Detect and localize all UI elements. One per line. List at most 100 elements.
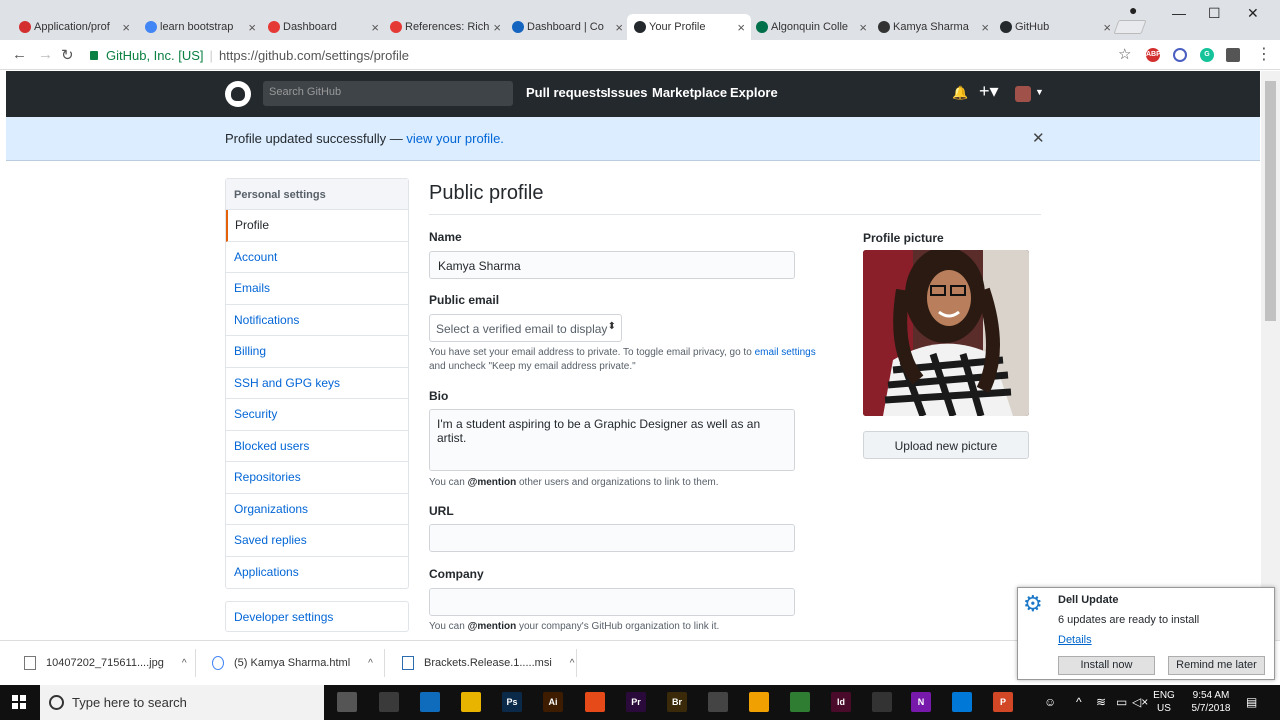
chevron-up-icon[interactable]: ^: [570, 658, 575, 669]
close-tab-icon[interactable]: ×: [737, 20, 745, 35]
mail-icon[interactable]: [708, 692, 728, 712]
forward-icon[interactable]: →: [38, 46, 53, 63]
browser-tab[interactable]: GitHub ×: [993, 14, 1117, 40]
premiere-icon[interactable]: Pr: [626, 692, 646, 712]
app-icon[interactable]: [379, 692, 399, 712]
download-item[interactable]: Brackets.Release.1.....msi ^: [402, 656, 574, 670]
sidebar-item-security[interactable]: Security: [226, 399, 408, 431]
sublime-icon[interactable]: [749, 692, 769, 712]
chrome-icon[interactable]: [790, 692, 810, 712]
nav-explore[interactable]: Explore: [730, 85, 778, 100]
taskbar-search-input[interactable]: Type here to search 🎙: [40, 685, 359, 720]
close-tab-icon[interactable]: ×: [615, 20, 623, 35]
language-indicator[interactable]: ENG US: [1150, 689, 1178, 715]
avatar[interactable]: [1015, 86, 1031, 102]
upload-picture-button[interactable]: Upload new picture: [863, 431, 1029, 459]
power-icon[interactable]: ▭: [1116, 695, 1127, 709]
url-field[interactable]: [429, 524, 795, 552]
close-tab-icon[interactable]: ×: [248, 20, 256, 35]
close-icon[interactable]: ✕: [1032, 129, 1045, 147]
block-extension-icon[interactable]: [1173, 48, 1187, 62]
indesign-icon[interactable]: Id: [831, 692, 851, 712]
people-icon[interactable]: ☺: [1044, 695, 1056, 709]
adblock-extension-icon[interactable]: ABP: [1146, 48, 1161, 62]
download-item[interactable]: 10407202_715611....jpg ^: [24, 656, 187, 670]
sidebar-item-emails[interactable]: Emails: [226, 273, 408, 305]
browser-tab[interactable]: References: Rich ×: [383, 14, 507, 40]
minimize-button[interactable]: —: [1172, 5, 1186, 21]
search-input[interactable]: Search GitHub: [263, 81, 513, 106]
illustrator-icon[interactable]: Ai: [543, 692, 563, 712]
sidebar-item-notifications[interactable]: Notifications: [226, 305, 408, 336]
browser-tab[interactable]: Application/prof ×: [12, 14, 136, 40]
url-text[interactable]: https://github.com/settings/profile: [219, 48, 409, 63]
reload-icon[interactable]: ↻: [61, 46, 74, 64]
volume-muted-icon[interactable]: ◁×: [1132, 695, 1148, 709]
network-icon[interactable]: ≋: [1096, 695, 1106, 709]
view-profile-link[interactable]: view your profile.: [406, 131, 504, 146]
browser-tab[interactable]: Kamya Sharma ×: [871, 14, 995, 40]
task-view-icon[interactable]: [337, 692, 357, 712]
sidebar-item-saved-replies[interactable]: Saved replies: [226, 525, 408, 557]
sidebar-item-blocked-users[interactable]: Blocked users: [226, 431, 408, 462]
browser-tab[interactable]: learn bootstrap ×: [138, 14, 262, 40]
close-tab-icon[interactable]: ×: [493, 20, 501, 35]
notifications-bell-icon[interactable]: 🔔: [952, 85, 968, 101]
close-tab-icon[interactable]: ×: [1103, 20, 1111, 35]
browser-tab[interactable]: Dashboard | Co ×: [505, 14, 629, 40]
page-scrollbar[interactable]: [1261, 71, 1280, 640]
scrollbar-thumb[interactable]: [1265, 81, 1276, 321]
sticky-notes-icon[interactable]: [872, 692, 892, 712]
close-tab-icon[interactable]: ×: [859, 20, 867, 35]
github-logo-icon[interactable]: [225, 81, 251, 107]
chevron-down-icon[interactable]: ▼: [1035, 87, 1044, 97]
create-new-icon[interactable]: +▾: [979, 81, 999, 102]
eraser-extension-icon[interactable]: [1226, 48, 1240, 62]
powerpoint-icon[interactable]: P: [993, 692, 1013, 712]
grammarly-extension-icon[interactable]: G: [1200, 48, 1214, 62]
file-explorer-icon[interactable]: [461, 692, 481, 712]
sidebar-item-billing[interactable]: Billing: [226, 336, 408, 368]
email-settings-link[interactable]: email settings: [755, 347, 816, 358]
photoshop-icon[interactable]: Ps: [502, 692, 522, 712]
company-field[interactable]: [429, 588, 795, 616]
action-center-icon[interactable]: ▤: [1246, 695, 1257, 709]
sidebar-item-applications[interactable]: Applications: [226, 557, 408, 589]
browser-menu-icon[interactable]: ⋮: [1256, 44, 1272, 64]
tray-chevron-icon[interactable]: ^: [1076, 695, 1082, 709]
bridge-icon[interactable]: Br: [667, 692, 687, 712]
install-now-button[interactable]: Install now: [1058, 656, 1155, 675]
close-window-button[interactable]: ✕: [1247, 5, 1259, 22]
store-icon[interactable]: [420, 692, 440, 712]
chevron-up-icon[interactable]: ^: [182, 658, 187, 669]
back-icon[interactable]: ←: [12, 46, 27, 63]
close-tab-icon[interactable]: ×: [371, 20, 379, 35]
download-item[interactable]: (5) Kamya Sharma.html ^: [212, 656, 373, 670]
name-field[interactable]: Kamya Sharma: [429, 251, 795, 279]
omnibox[interactable]: GitHub, Inc. [US] | https://github.com/s…: [84, 43, 1140, 67]
office-icon[interactable]: [585, 692, 605, 712]
browser-tab[interactable]: Dashboard ×: [261, 14, 385, 40]
sidebar-item-repositories[interactable]: Repositories: [226, 462, 408, 494]
browser-tab[interactable]: Algonquin Colle ×: [749, 14, 873, 40]
close-tab-icon[interactable]: ×: [981, 20, 989, 35]
nav-marketplace[interactable]: Marketplace: [652, 85, 727, 100]
nav-issues[interactable]: Issues: [607, 85, 647, 100]
new-tab-button[interactable]: [1113, 20, 1147, 34]
details-link[interactable]: Details: [1058, 634, 1092, 646]
windows-start-icon[interactable]: [12, 695, 26, 709]
bio-textarea[interactable]: I'm a student aspiring to be a Graphic D…: [429, 409, 795, 471]
nav-pull-requests[interactable]: Pull requests: [526, 85, 608, 100]
chevron-up-icon[interactable]: ^: [368, 658, 373, 669]
sidebar-item-developer-settings[interactable]: Developer settings: [225, 601, 409, 632]
sidebar-item-account[interactable]: Account: [226, 242, 408, 273]
clock[interactable]: 9:54 AM 5/7/2018: [1186, 689, 1236, 715]
onenote-icon[interactable]: N: [911, 692, 931, 712]
bookmark-star-icon[interactable]: ☆: [1118, 45, 1131, 63]
maximize-button[interactable]: ☐: [1208, 5, 1221, 22]
remind-later-button[interactable]: Remind me later: [1168, 656, 1265, 675]
user-profile-icon[interactable]: ●: [1129, 2, 1137, 18]
sidebar-item-ssh-and-gpg-keys[interactable]: SSH and GPG keys: [226, 368, 408, 399]
public-email-select[interactable]: Select a verified email to display ⬍: [429, 314, 622, 342]
close-tab-icon[interactable]: ×: [122, 20, 130, 35]
